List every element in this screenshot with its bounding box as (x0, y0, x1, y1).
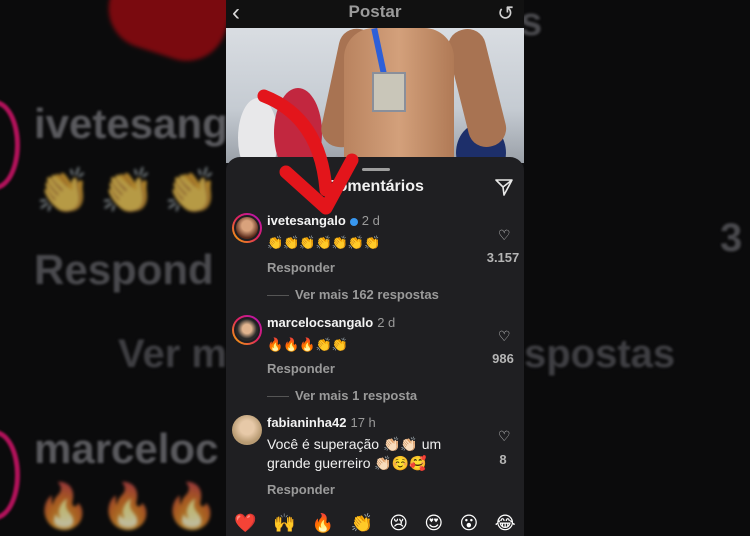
comment-time: 2 d (361, 213, 380, 228)
reply-button[interactable]: Responder (267, 482, 335, 497)
page-title: Postar (348, 2, 402, 21)
comment-text: 👏👏👏👏👏👏👏 (267, 235, 381, 250)
drag-handle[interactable] (362, 168, 390, 171)
background-avatar-ring (0, 430, 20, 520)
emoji-crying[interactable]: 😢 (389, 513, 408, 534)
post-photo (226, 28, 524, 163)
more-replies-line (267, 295, 289, 297)
more-replies-link[interactable]: Ver mais 162 respostas (267, 287, 439, 302)
emoji-raised-hands[interactable]: 🙌 (273, 513, 295, 534)
background-person (274, 88, 322, 163)
background-emoji: 👏 (164, 167, 219, 216)
background-emoji: 🔥 (100, 482, 155, 531)
comment-time: 2 d (377, 315, 396, 330)
background-emoji: 🔥 (36, 482, 91, 531)
emoji-heart-eyes[interactable]: 😍 (424, 513, 443, 534)
emoji-surprised[interactable]: 😮 (460, 513, 479, 534)
like-count: 3.157 (486, 250, 520, 265)
username-text[interactable]: marcelocsangalo (267, 315, 373, 330)
heart-icon[interactable]: ♡ (498, 428, 511, 445)
comment-username[interactable]: marcelocsangalo 2 d (267, 315, 395, 330)
comment-text: Você é superação 👏🏻👏🏻 um grande guerreir… (267, 436, 442, 471)
comment-text: 🔥🔥🔥👏👏 (267, 337, 348, 352)
heart-icon[interactable]: ♡ (498, 227, 511, 244)
username-text[interactable]: fabianinha42 (267, 415, 346, 430)
reload-icon[interactable]: ↺ (497, 1, 514, 26)
like-count: 986 (492, 351, 514, 366)
background-reply: Respond (34, 246, 214, 293)
background-username: marceloc (34, 425, 219, 472)
send-icon[interactable] (494, 177, 514, 197)
emoji-laughing[interactable]: 😂 (495, 513, 516, 534)
background-right: s 3 spostas (524, 0, 750, 536)
avatar[interactable] (232, 315, 262, 345)
emoji-fire[interactable]: 🔥 (312, 513, 334, 534)
background-red-shape (98, 0, 226, 72)
comment-time: 17 h (350, 415, 376, 430)
comment-username[interactable]: fabianinha42 17 h (267, 415, 376, 430)
background-avatar-ring (0, 100, 20, 190)
verified-icon (349, 217, 358, 226)
emoji-clap[interactable]: 👏 (351, 513, 373, 534)
background-person (238, 98, 278, 163)
background-emoji: 👏 (100, 167, 155, 216)
comment-username[interactable]: ivetesangalo 2 d (267, 213, 380, 228)
top-bar: ‹ Postar ↺ (226, 0, 524, 28)
race-badge (372, 72, 406, 112)
background-more-replies: Ver m (118, 332, 226, 376)
avatar[interactable] (232, 415, 262, 445)
more-replies-text[interactable]: Ver mais 1 resposta (295, 388, 417, 403)
emoji-heart[interactable]: ❤️ (234, 513, 256, 534)
username-text[interactable]: ivetesangalo (267, 213, 346, 228)
comments-sheet: Comentários ivetesangalo 2 d 👏👏👏👏👏👏👏 Resp… (226, 157, 524, 536)
phone-screen: ‹ Postar ↺ Comentários ivetesangalo 2 d 👏… (226, 0, 524, 536)
background-emoji: 👏 (36, 167, 91, 216)
reply-button[interactable]: Responder (267, 361, 335, 376)
more-replies-text[interactable]: Ver mais 162 respostas (295, 287, 439, 302)
reply-button[interactable]: Responder (267, 260, 335, 275)
emoji-reaction-bar: ❤️ 🙌 🔥 👏 😢 😍 😮 😂 (226, 510, 524, 536)
background-left: ivetesang 👏 👏 👏 Respond Ver m marceloc 🔥… (0, 0, 226, 536)
like-count: 8 (499, 452, 507, 467)
background-title: s (524, 0, 543, 44)
background-like-count: 3 (720, 216, 743, 260)
background-username: ivetesang (34, 100, 226, 147)
more-replies-link[interactable]: Ver mais 1 resposta (267, 388, 417, 403)
heart-icon[interactable]: ♡ (498, 328, 511, 345)
avatar[interactable] (232, 213, 262, 243)
background-emoji: 🔥 (164, 482, 219, 531)
sheet-title: Comentários (326, 178, 424, 195)
background-more-replies: spostas (524, 332, 676, 376)
more-replies-line (267, 396, 289, 398)
